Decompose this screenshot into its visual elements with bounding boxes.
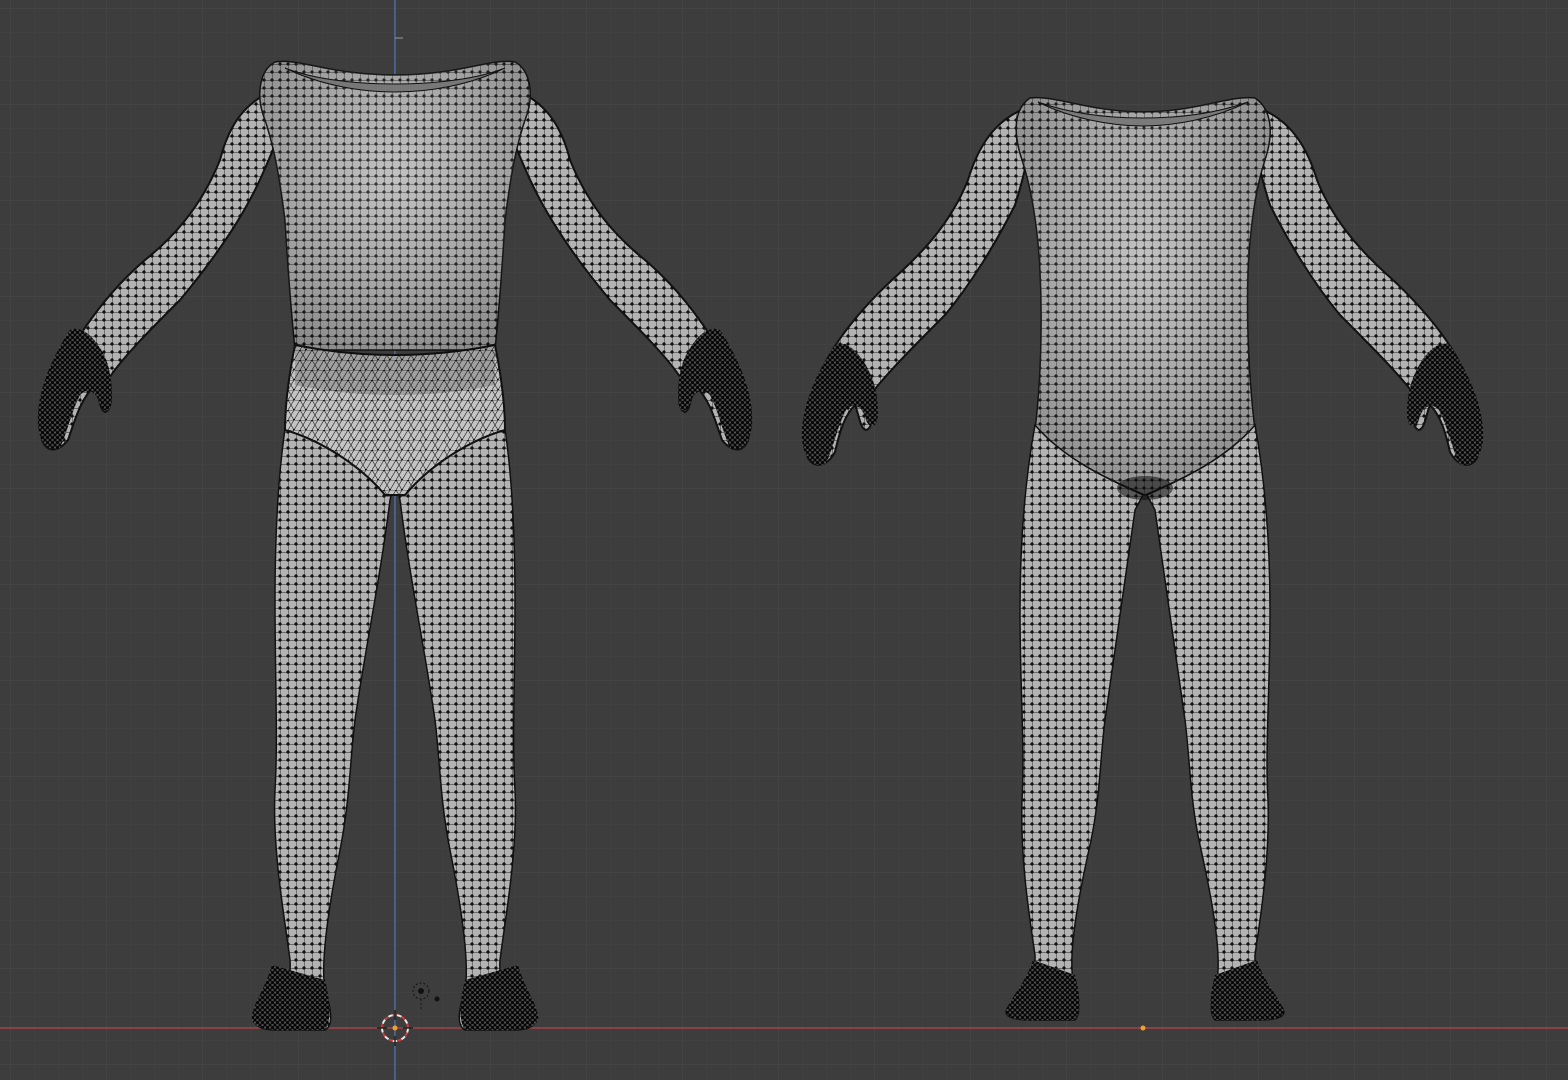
left-body-torso-shading bbox=[259, 61, 531, 350]
viewport-canvas[interactable] bbox=[0, 0, 1568, 1080]
3d-viewport[interactable] bbox=[0, 0, 1568, 1080]
right-body-torso-shading bbox=[1016, 97, 1271, 496]
right-body-crotch-shadow bbox=[1117, 476, 1173, 500]
object-origin-icon[interactable] bbox=[1140, 1025, 1146, 1031]
